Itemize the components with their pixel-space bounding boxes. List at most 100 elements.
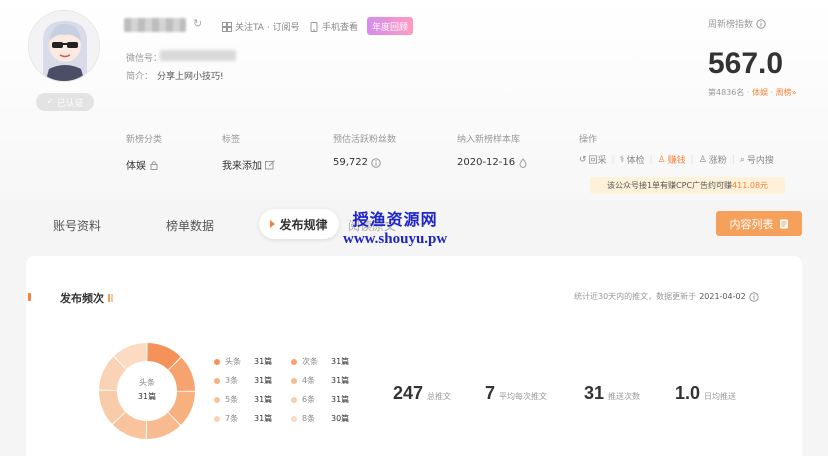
info-icon[interactable] (748, 291, 759, 302)
tab-publish-pattern-label: 发布规律 (279, 217, 328, 232)
info-sample-date: 纳入新榜样本库 2020-12-16 (457, 132, 528, 168)
intro-label: 简介： (126, 72, 154, 82)
legend-label: 3条 (225, 376, 239, 385)
tab-rank-data[interactable]: 榜单数据 (166, 217, 214, 234)
legend-value: 31篇 (254, 357, 273, 366)
legend-label: 5条 (225, 395, 239, 404)
stat-total-posts-unit: 总推文 (427, 392, 452, 401)
legend-label: 次条 (302, 357, 318, 366)
tab-bar (0, 200, 828, 250)
drop-icon (519, 157, 527, 168)
rank-position-text: 第4836名 · (708, 88, 752, 97)
info-sample-value: 2020-12-16 (457, 157, 516, 168)
info-icon[interactable] (756, 18, 766, 29)
person-icon: ♙ (657, 154, 666, 165)
year-review-label: 年度回顾 (371, 22, 408, 33)
legend-dot-icon (291, 396, 297, 403)
legend-dot-icon (214, 415, 220, 422)
phone-icon (310, 21, 318, 32)
info-fans: 预估活跃粉丝数 59,722 (333, 132, 396, 168)
play-icon (270, 220, 276, 228)
ops-toolbar: ↺ 回采 | ⚕ 体检 | ♙ 赚钱 | ♙ 涨粉 | ⌕ 号内搜 (579, 153, 774, 167)
op-earn-label: 赚钱 (667, 156, 686, 166)
divider: | (731, 154, 735, 165)
tab-read-original[interactable]: 阅读原文 (348, 217, 396, 234)
search-icon: ⌕ (739, 154, 745, 165)
rank-title: 周新榜指数 (708, 17, 766, 30)
stat-total-posts: 247 总推文 (393, 383, 451, 404)
stat-avg-per-push: 7 平均每次推文 (485, 383, 547, 404)
legend-value: 31篇 (331, 395, 350, 404)
op-recollect-label: 回采 (588, 156, 607, 166)
earn-tip: 该公众号接1单有赚CPC广告约可赚 411.08元 (590, 177, 785, 194)
divider: | (649, 154, 653, 165)
stat-push-count: 31 推送次数 (584, 383, 640, 404)
section-meta-date: 2021-04-02 (699, 292, 746, 301)
op-grow-fans[interactable]: ♙ 涨粉 (699, 153, 727, 167)
legend-dot-icon (214, 377, 220, 384)
content-list-button[interactable]: 内容列表 (716, 211, 802, 236)
wechat-id-label: 微信号： (126, 54, 163, 64)
mobile-view-action[interactable]: 手机查看 (309, 20, 358, 33)
op-search[interactable]: ⌕ 号内搜 (739, 153, 774, 167)
content-list-label: 内容列表 (729, 217, 774, 231)
legend-label: 6条 (302, 395, 316, 404)
follow-subscribe-action[interactable]: 关注TA · 订阅号 (222, 20, 300, 33)
op-recollect[interactable]: ↺ 回采 (579, 153, 607, 167)
info-category-label: 新榜分类 (126, 135, 163, 145)
op-grow-fans-label: 涨粉 (708, 156, 727, 166)
legend-value: 31篇 (254, 414, 273, 423)
document-icon (779, 219, 788, 228)
legend-item: 8条 30篇 (291, 413, 349, 424)
legend-value: 31篇 (331, 357, 350, 366)
legend-label: 头条 (225, 357, 241, 366)
info-category: 新榜分类 体娱 (126, 132, 162, 172)
add-tag-button[interactable]: 我来添加 (222, 157, 275, 172)
legend-value: 31篇 (254, 395, 273, 404)
account-name-blurred (124, 18, 186, 32)
sync-icon[interactable]: ↻ (193, 17, 202, 30)
info-category-value: 体娱 (126, 161, 146, 172)
info-fans-value: 59,722 (333, 157, 368, 168)
stethoscope-icon: ⚕ (619, 154, 625, 165)
rank-category-link[interactable]: 体娱 · 周榜 (752, 88, 792, 97)
info-fans-label: 预估活跃粉丝数 (333, 135, 397, 145)
intro-line: 简介： 分享上网小技巧! (126, 69, 224, 82)
tab-account-info[interactable]: 账号资料 (53, 217, 101, 234)
rank-position: 第4836名 · 体娱 · 周榜» (708, 87, 797, 98)
rank-arrow-icon: » (791, 88, 797, 97)
info-ops: 操作 (579, 132, 597, 145)
tab-publish-pattern[interactable]: 发布规律 (259, 209, 339, 239)
divider: | (690, 154, 694, 165)
stat-push-count-unit: 推送次数 (608, 392, 641, 401)
verified-label: 已认证 (56, 98, 84, 109)
legend-value: 31篇 (254, 376, 273, 385)
op-earn[interactable]: ♙ 赚钱 (657, 153, 686, 167)
intro-text: 分享上网小技巧! (157, 72, 224, 82)
earn-tip-text: 该公众号接1单有赚CPC广告约可赚 (606, 181, 733, 190)
op-checkup[interactable]: ⚕ 体检 (619, 153, 645, 167)
section-accent-bar (28, 293, 31, 301)
section-title: 发布频次 (60, 290, 113, 306)
avatar[interactable] (28, 10, 100, 82)
donut-center-label: 头条 31篇 (125, 377, 169, 402)
legend-item: 7条 31篇 (214, 413, 272, 424)
legend-item: 头条 31篇 (214, 356, 272, 367)
op-checkup-label: 体检 (626, 156, 645, 166)
legend-item: 次条 31篇 (291, 356, 349, 367)
follow-label: 关注TA · 订阅号 (235, 23, 300, 33)
donut-center-value: 31篇 (137, 392, 157, 401)
info-ops-label: 操作 (579, 135, 598, 145)
stripes-icon (108, 294, 113, 302)
year-review-badge[interactable]: 年度回顾 (367, 17, 413, 35)
rank-score: 567.0 (708, 47, 784, 80)
stat-daily-avg-value: 1.0 (675, 383, 701, 403)
legend-label: 8条 (302, 414, 316, 423)
stat-push-count-value: 31 (584, 383, 605, 403)
donut-center-title: 头条 (139, 378, 155, 387)
op-search-label: 号内搜 (746, 156, 774, 166)
mobile-view-label: 手机查看 (322, 23, 359, 33)
info-icon[interactable] (371, 157, 381, 168)
refresh-icon: ↺ (579, 154, 587, 165)
section-meta-text: 统计近30天内的推文，数据更新于 (574, 292, 697, 301)
